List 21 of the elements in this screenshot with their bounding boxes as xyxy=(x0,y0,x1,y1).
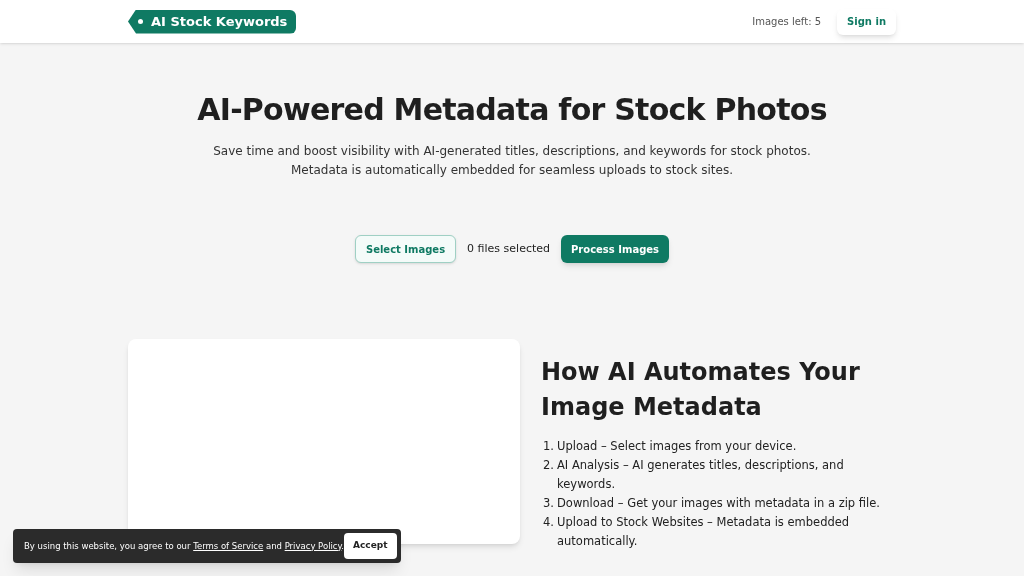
step-number: 4. xyxy=(542,514,555,531)
accept-button[interactable]: Accept xyxy=(344,533,397,559)
step-number: 1. xyxy=(542,438,555,455)
select-images-button[interactable]: Select Images xyxy=(354,235,457,263)
page-title: AI-Powered Metadata for Stock Photos xyxy=(197,91,827,129)
step-text: AI Analysis – AI generates titles, descriptions, and keywords. xyxy=(557,457,845,493)
images-left-counter: Images left: 5 xyxy=(752,15,822,29)
step-text: Download – Get your images with metadata in a zip file. xyxy=(557,495,880,512)
section-heading: How AI Automates Your Image Metadata xyxy=(541,357,861,423)
sign-in-button[interactable]: Sign in xyxy=(837,8,896,35)
subtitle-text: Metadata is automatically embedded for seamless uploads to stock sites. xyxy=(291,162,733,179)
cookie-notice-text: By using this website, you agree to our Terms of Service and Privacy Policy. xyxy=(24,539,345,553)
step-text: Upload – Select images from your device. xyxy=(557,438,797,455)
process-images-button[interactable]: Process Images xyxy=(561,235,670,263)
subtitle-text: Save time and boost visibility with AI-generated titles, descriptions, and keywords for stock photos. xyxy=(213,143,811,160)
logo[interactable]: AI Stock Keywords xyxy=(128,9,297,34)
files-selected-status: 0 files selected xyxy=(467,240,551,257)
step-text: Upload to Stock Websites – Metadata is embedded automatically. xyxy=(557,514,851,550)
step-number: 2. xyxy=(542,457,555,474)
terms-of-service-link[interactable]: Terms of Service xyxy=(193,540,264,551)
step-number: 3. xyxy=(542,495,555,512)
